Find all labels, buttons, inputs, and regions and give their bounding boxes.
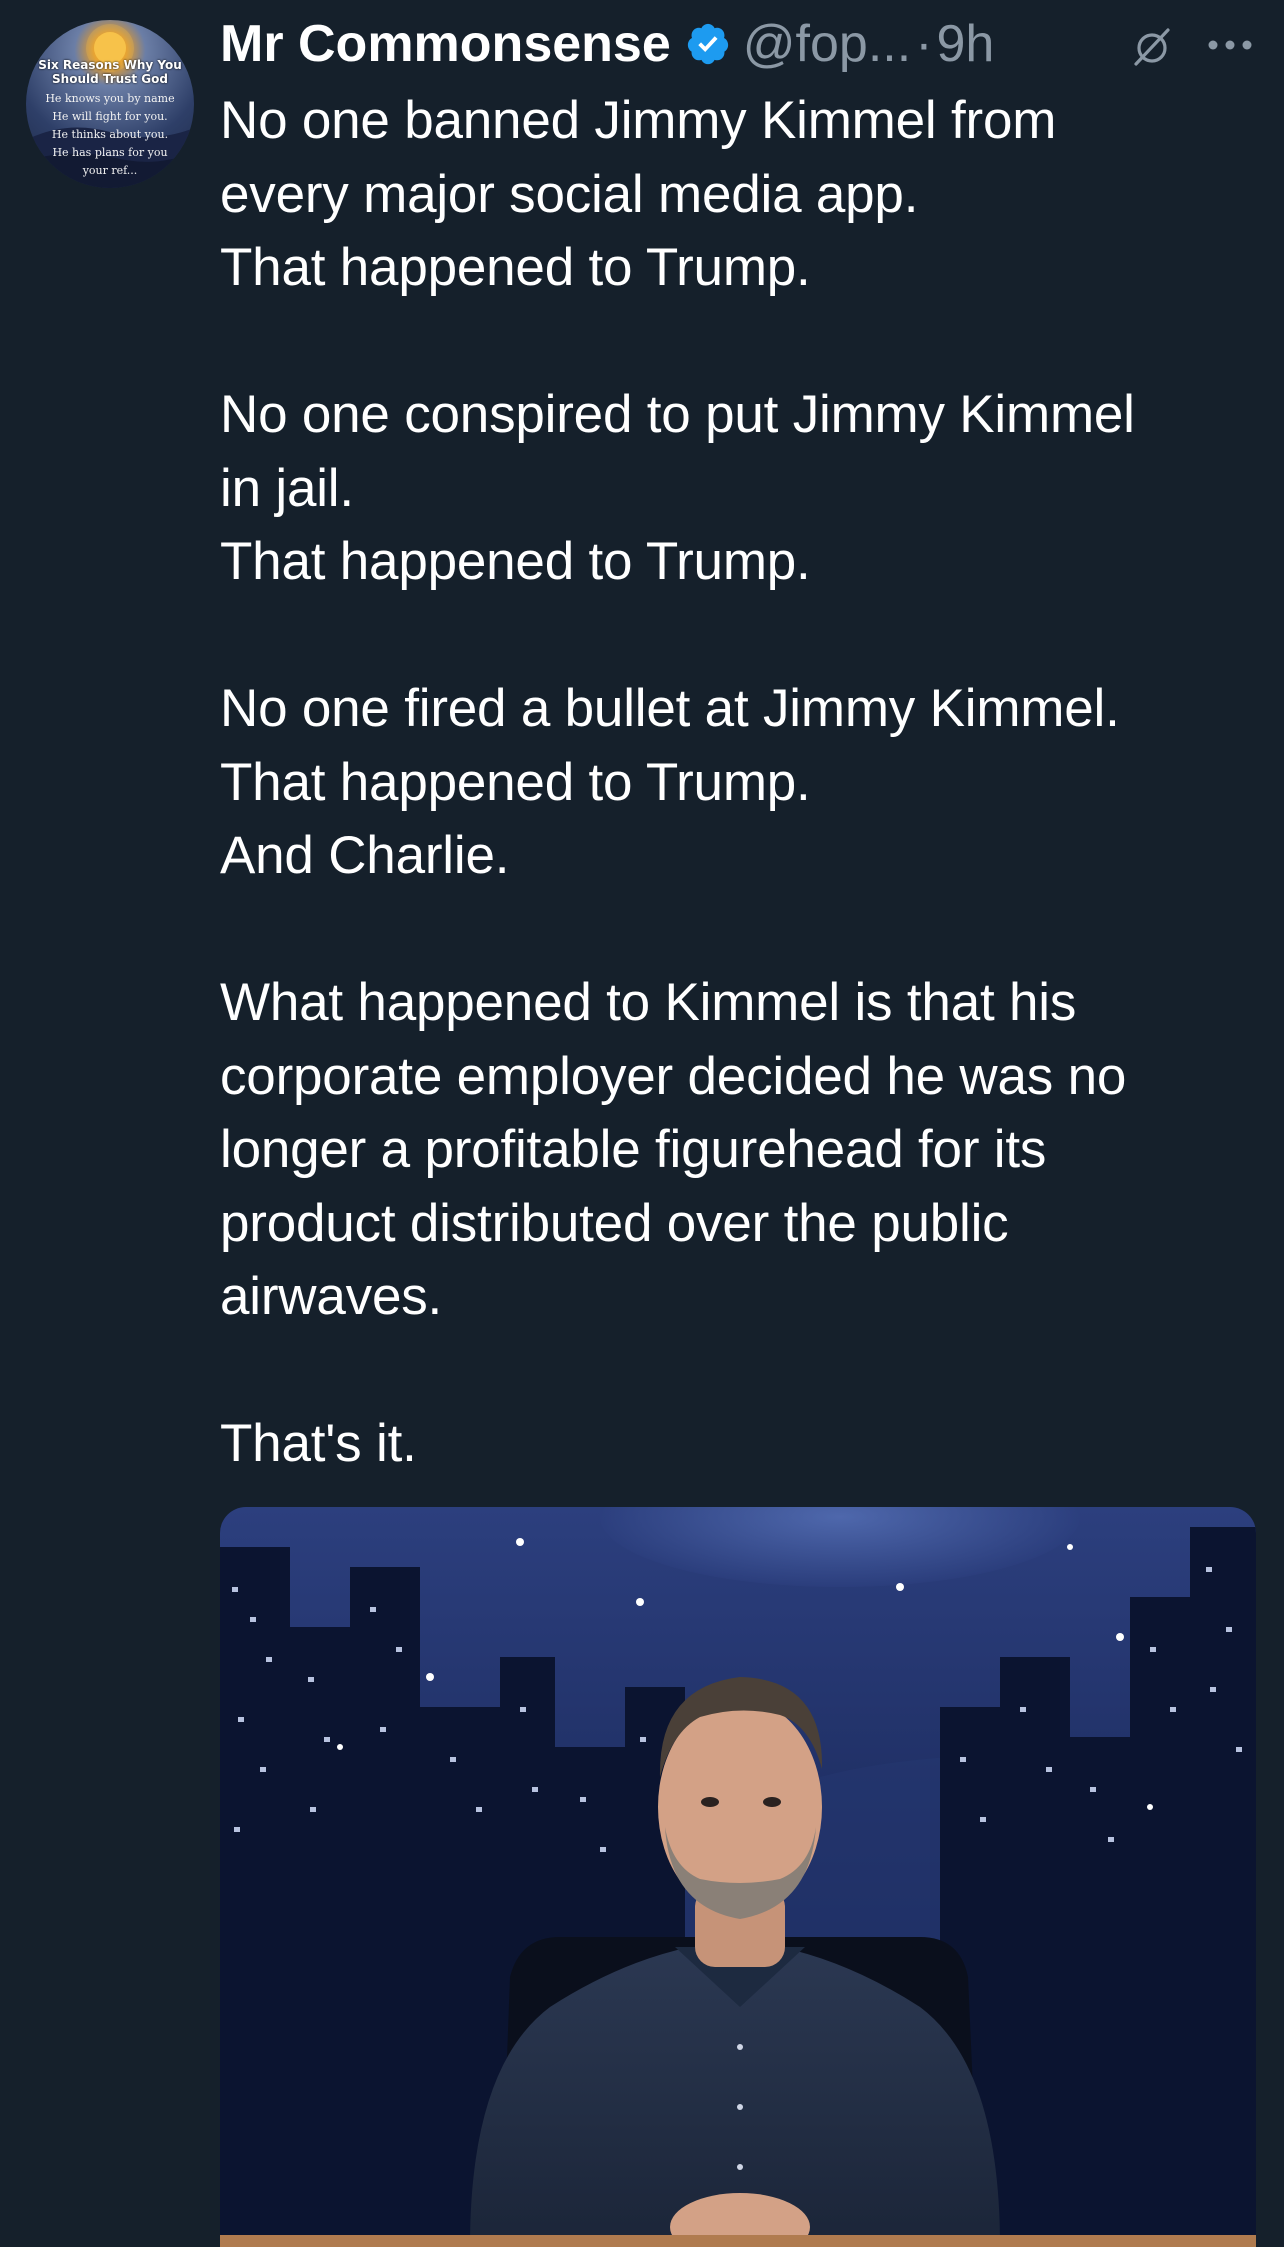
tweet-line: every major social media app. xyxy=(220,164,919,224)
avatar-line: He has plans for you xyxy=(52,146,168,159)
tweet-line: in jail. xyxy=(220,458,354,518)
header-separator: · xyxy=(915,15,933,73)
avatar-lines: He knows you by name He will fight for y… xyxy=(26,90,194,180)
tweet[interactable]: Six Reasons Why You Should Trust God He … xyxy=(0,0,1284,2247)
tweet-line: No one banned Jimmy Kimmel from xyxy=(220,91,1057,150)
photo-of-man-at-desk xyxy=(220,1507,1256,2247)
avatar-title: Six Reasons Why You Should Trust God xyxy=(26,58,194,86)
tweet-paragraph: No one fired a bullet at Jimmy Kimmel. T… xyxy=(220,672,1260,893)
avatar-line: He knows you by name xyxy=(45,92,175,105)
tweet-paragraph: No one conspired to put Jimmy Kimmel in … xyxy=(220,378,1260,599)
tweet-line: corporate employer decided he was no xyxy=(220,1046,1127,1106)
tweet-line: That happened to Trump. xyxy=(220,238,811,297)
author-name[interactable]: Mr Commonsense xyxy=(220,14,671,74)
avatar-line: He thinks about you. xyxy=(51,128,169,141)
more-options-icon[interactable] xyxy=(1206,38,1254,52)
tweet-paragraph: What happened to Kimmel is that his corp… xyxy=(220,966,1260,1334)
grok-icon[interactable] xyxy=(1130,24,1174,68)
tweet-line: product distributed over the public xyxy=(220,1193,1009,1253)
tweet-paragraph: That's it. xyxy=(220,1407,1260,1481)
avatar-title-line-2: Should Trust God xyxy=(52,72,168,86)
tweet-line: That happened to Trump. xyxy=(220,752,811,812)
tweet-line: airwaves. xyxy=(220,1267,443,1326)
tweet-media-image[interactable] xyxy=(220,1507,1256,2247)
tweet-text: No one banned Jimmy Kimmel from every ma… xyxy=(220,84,1260,1481)
tweet-line: That's it. xyxy=(220,1414,417,1473)
tweet-line: longer a profitable figurehead for its xyxy=(220,1120,1047,1179)
verified-badge-icon xyxy=(687,23,728,65)
avatar[interactable]: Six Reasons Why You Should Trust God He … xyxy=(26,20,194,188)
avatar-line: your ref... xyxy=(82,164,138,177)
tweet-paragraph: No one banned Jimmy Kimmel from every ma… xyxy=(220,84,1260,305)
tweet-line: What happened to Kimmel is that his xyxy=(220,973,1077,1032)
tweet-line: And Charlie. xyxy=(220,826,510,885)
tweet-line: No one conspired to put Jimmy Kimmel xyxy=(220,385,1135,444)
tweet-line: No one fired a bullet at Jimmy Kimmel. xyxy=(220,679,1120,738)
tweet-header: Mr Commonsense @fop... · 9h xyxy=(220,12,1260,76)
timestamp[interactable]: 9h xyxy=(937,14,995,74)
avatar-title-line-1: Six Reasons Why You xyxy=(38,58,182,72)
author-handle[interactable]: @fop... xyxy=(743,14,911,74)
tweet-line: That happened to Trump. xyxy=(220,532,811,591)
avatar-line: He will fight for you. xyxy=(52,110,168,123)
